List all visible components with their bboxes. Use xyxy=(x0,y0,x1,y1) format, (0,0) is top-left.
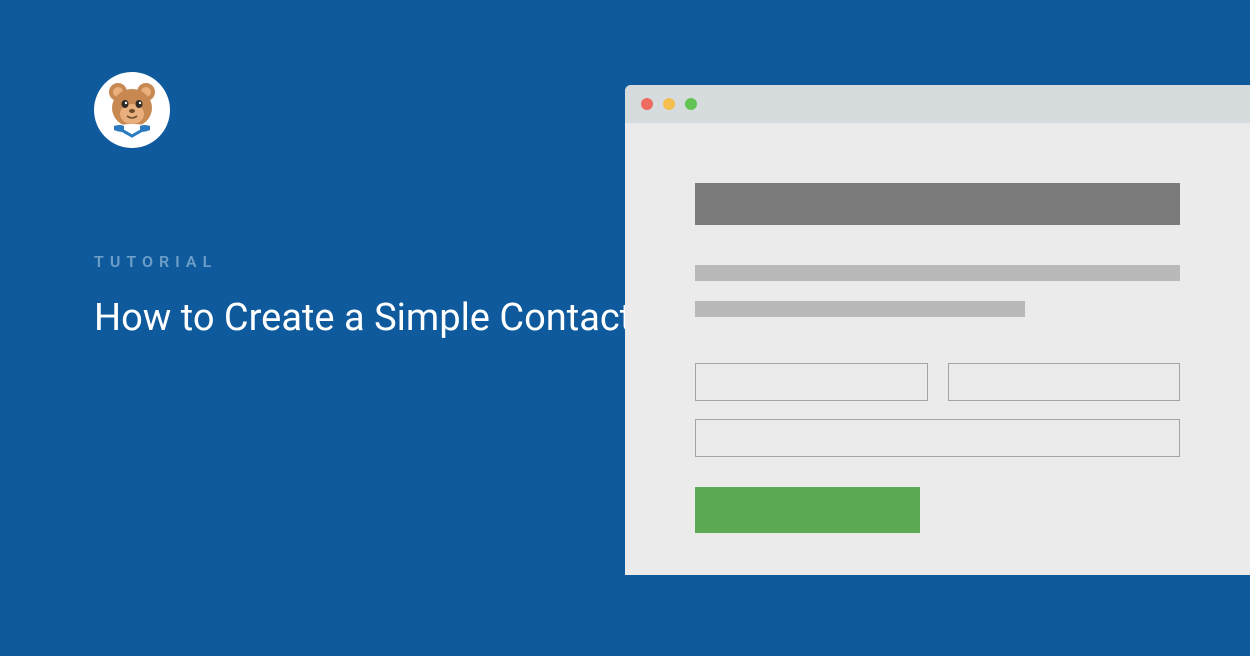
form-title-placeholder xyxy=(695,183,1180,225)
minimize-icon xyxy=(663,98,675,110)
brand-logo-badge xyxy=(94,72,170,148)
form-input-left xyxy=(695,363,928,401)
form-text-line-2 xyxy=(695,301,1025,317)
maximize-icon xyxy=(685,98,697,110)
close-icon xyxy=(641,98,653,110)
form-text-line-1 xyxy=(695,265,1180,281)
form-input-full xyxy=(695,419,1180,457)
form-input-row xyxy=(695,363,1180,401)
form-input-right xyxy=(948,363,1181,401)
browser-window-mockup xyxy=(625,85,1250,575)
window-titlebar xyxy=(625,85,1250,123)
form-submit-button xyxy=(695,487,920,533)
form-mockup-content xyxy=(625,123,1250,573)
bear-mascot-icon xyxy=(100,78,164,142)
